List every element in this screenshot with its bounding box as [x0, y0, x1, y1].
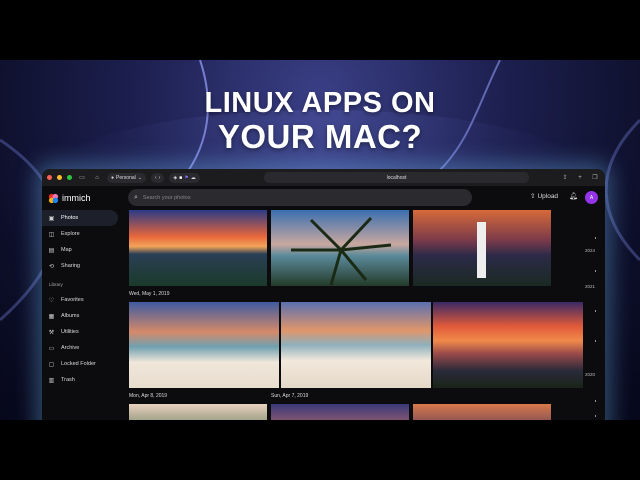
photo-thumbnail[interactable]	[129, 210, 267, 286]
notes-icon[interactable]: ■	[179, 175, 182, 181]
scrubber-dot	[594, 270, 596, 272]
letterbox-top	[0, 0, 640, 60]
app-name: immich	[62, 193, 91, 203]
sidebar-item-label: Albums	[61, 313, 80, 319]
headline-line-1: LINUX APPS ON	[204, 87, 436, 119]
sidebar-item-utilities[interactable]: ⚒ Utilities	[42, 324, 118, 340]
avatar[interactable]: A	[585, 191, 598, 204]
forward-icon[interactable]: ›	[159, 175, 161, 181]
palm-leaves-graphic	[291, 216, 392, 286]
scrubber-dot	[594, 310, 596, 312]
home-icon[interactable]: ⌂	[92, 173, 102, 183]
utilities-icon: ⚒	[48, 329, 55, 336]
albums-icon: ▦	[48, 313, 55, 320]
sidebar-item-label: Map	[61, 247, 72, 253]
sidebar-item-label: Explore	[61, 231, 80, 237]
headline-line-2: YOUR MAC?	[217, 118, 423, 155]
bell-icon[interactable]: 🔔︎	[569, 192, 578, 200]
year-marker[interactable]: 2021	[585, 284, 595, 289]
sidebar-item-sharing[interactable]: ⟲ Sharing	[42, 258, 118, 274]
photo-thumbnail[interactable]	[413, 210, 551, 286]
sidebar-item-map[interactable]: ▤ Map	[42, 242, 118, 258]
history-nav[interactable]: ‹ ›	[150, 172, 165, 183]
sidebar-item-photos[interactable]: ▣ Photos	[42, 210, 118, 226]
scrubber-dot	[594, 340, 596, 342]
sidebar-toggle-icon[interactable]: ▭	[77, 173, 87, 183]
lighthouse-graphic	[477, 222, 486, 278]
heart-icon: ♡	[48, 297, 55, 304]
close-window-button[interactable]	[47, 175, 52, 180]
photo-thumbnail[interactable]	[271, 210, 409, 286]
new-tab-icon[interactable]: +	[575, 173, 585, 183]
upload-label: Upload	[537, 192, 559, 200]
sidebar-item-trash[interactable]: ▥ Trash	[42, 372, 118, 388]
year-marker[interactable]: 2024	[585, 248, 595, 253]
sidebar-item-locked-folder[interactable]: ▢ Locked Folder	[42, 356, 118, 372]
profile-button[interactable]: ● Personal ⌄	[107, 172, 146, 183]
scrubber-dot	[594, 400, 596, 402]
zoom-window-button[interactable]	[67, 175, 72, 180]
sidebar: ▣ Photos ◫ Explore ▤ Map ⟲ Sharing Library ♡…	[42, 210, 124, 420]
upload-button[interactable]: ⇧ Upload	[530, 192, 559, 201]
address-bar[interactable]: localhost	[264, 172, 529, 183]
date-heading: Sun, Apr 7, 2019	[271, 393, 309, 399]
sidebar-item-label: Favorites	[61, 297, 84, 303]
share-icon[interactable]: ⇪	[560, 173, 570, 183]
profile-label: Personal	[116, 174, 136, 181]
minimize-window-button[interactable]	[57, 175, 62, 180]
lock-icon: ▢	[48, 361, 55, 368]
photo-thumbnail[interactable]	[271, 404, 409, 420]
sidebar-item-label: Utilities	[61, 329, 79, 335]
immich-logo-icon	[48, 193, 59, 203]
cloud-icon[interactable]: ☁	[191, 175, 196, 181]
search-input[interactable]: ⌕ Search your photos	[128, 189, 472, 206]
chevron-down-icon: ⌄	[137, 174, 142, 181]
browser-window: ▭ ⌂ ● Personal ⌄ ‹ › ◈ ■ ⚑ ☁ localhost ⇪ + ❐ i…	[42, 169, 605, 420]
app-header: immich ⌕ Search your photos ⇧ Upload 🔔︎ A	[42, 186, 605, 210]
thumbnail-background: LINUX APPS ON YOUR MAC? ▭ ⌂ ● Personal ⌄ ‹…	[0, 60, 640, 420]
photo-thumbnail[interactable]	[433, 302, 583, 388]
explore-icon: ◫	[48, 231, 55, 238]
scrubber-dot	[594, 237, 596, 239]
sidebar-item-albums[interactable]: ▦ Albums	[42, 308, 118, 324]
sidebar-item-archive[interactable]: ▭ Archive	[42, 340, 118, 356]
upload-icon: ⇧	[530, 193, 536, 200]
shield-icon[interactable]: ◈	[173, 175, 177, 181]
sidebar-item-label: Archive	[61, 345, 80, 351]
tabs-overview-icon[interactable]: ❐	[590, 173, 600, 183]
sidebar-item-label: Photos	[61, 215, 79, 221]
back-icon[interactable]: ‹	[155, 175, 157, 181]
photo-thumbnail[interactable]	[281, 302, 431, 388]
search-icon: ⌕	[134, 193, 138, 201]
photo-thumbnail[interactable]	[129, 302, 279, 388]
sharing-icon: ⟲	[48, 263, 55, 270]
photos-icon: ▣	[48, 215, 55, 222]
sidebar-item-explore[interactable]: ◫ Explore	[42, 226, 118, 242]
sidebar-item-label: Trash	[61, 377, 75, 383]
sidebar-item-label: Locked Folder	[61, 361, 96, 367]
person-icon: ●	[111, 174, 115, 181]
library-heading: Library	[49, 282, 63, 287]
year-marker[interactable]: 2020	[585, 372, 595, 377]
search-placeholder: Search your photos	[142, 194, 191, 201]
photo-thumbnail[interactable]	[129, 404, 267, 420]
sidebar-item-favorites[interactable]: ♡ Favorites	[42, 292, 118, 308]
date-heading: Wed, May 1, 2019	[129, 291, 170, 297]
extensions-group[interactable]: ◈ ■ ⚑ ☁	[169, 172, 200, 183]
letterbox-bottom	[0, 420, 640, 480]
url-text: localhost	[386, 174, 407, 181]
sidebar-item-label: Sharing	[61, 263, 80, 269]
archive-icon: ▭	[48, 345, 55, 352]
photo-timeline: Wed, May 1, 2019 Mon, Apr 8, 2019 Sun, A…	[129, 210, 599, 420]
browser-titlebar: ▭ ⌂ ● Personal ⌄ ‹ › ◈ ■ ⚑ ☁ localhost ⇪ + ❐	[42, 169, 605, 186]
trash-icon: ▥	[48, 377, 55, 384]
photo-thumbnail[interactable]	[413, 404, 551, 420]
date-heading: Mon, Apr 8, 2019	[129, 393, 168, 399]
map-icon: ▤	[48, 247, 55, 254]
flag-icon[interactable]: ⚑	[184, 175, 188, 181]
scrubber-dot	[594, 415, 596, 417]
app-logo[interactable]: immich	[48, 193, 128, 204]
